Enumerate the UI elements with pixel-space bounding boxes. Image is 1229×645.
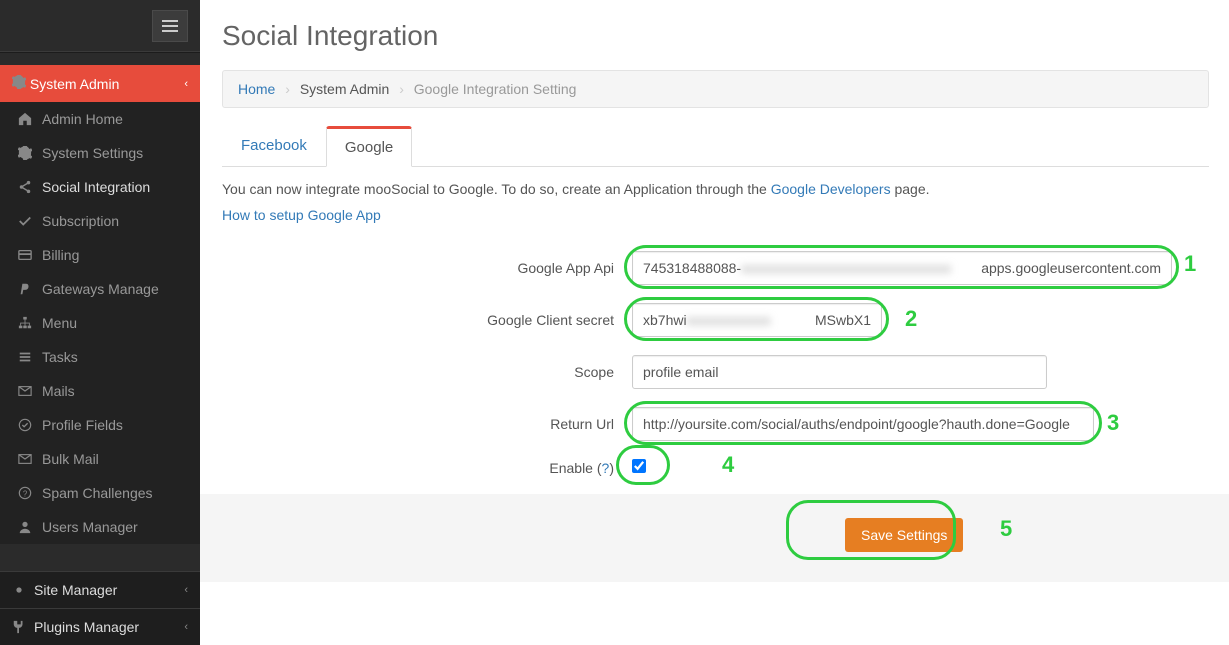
sidebar-item-label: Mails (42, 383, 75, 399)
sidebar-item-label: Billing (42, 247, 79, 263)
sidebar: System Admin ‹ Admin Home System Setting… (0, 0, 200, 645)
sidebar-item-billing[interactable]: Billing (0, 238, 200, 272)
question-icon: ? (18, 486, 32, 500)
label-app-api: Google App Api (222, 260, 632, 276)
chevron-left-icon: ‹ (184, 584, 188, 596)
tabs: Facebook Google (222, 126, 1209, 167)
google-client-secret-input[interactable]: xb7hwixxxxxxxxxxxxMSwbX1 (632, 303, 882, 337)
return-url-input[interactable] (632, 407, 1094, 441)
sidebar-item-label: Users Manager (42, 519, 138, 535)
sidebar-item-mails[interactable]: Mails (0, 374, 200, 408)
sidebar-item-bulk-mail[interactable]: Bulk Mail (0, 442, 200, 476)
annotation-number-3: 3 (1107, 410, 1119, 436)
svg-text:?: ? (23, 490, 28, 499)
sidebar-item-label: Tasks (42, 349, 78, 365)
annotation-number-5: 5 (1000, 516, 1012, 542)
breadcrumb: Home › System Admin › Google Integration… (222, 70, 1209, 108)
sidebar-item-gateways-manage[interactable]: Gateways Manage (0, 272, 200, 306)
sidebar-item-label: Subscription (42, 213, 119, 229)
main-content: Social Integration Home › System Admin ›… (200, 0, 1229, 645)
share-icon (18, 180, 32, 194)
sidebar-item-label: Spam Challenges (42, 485, 153, 501)
sidebar-footer-plugins-manager[interactable]: Plugins Manager ‹ (0, 608, 200, 645)
home-icon (18, 112, 32, 126)
sidebar-item-social-integration[interactable]: Social Integration (0, 170, 200, 204)
sitemap-icon (18, 316, 32, 330)
tab-facebook[interactable]: Facebook (222, 126, 326, 166)
sidebar-item-users-manager[interactable]: Users Manager (0, 510, 200, 544)
card-icon (18, 248, 32, 262)
sidebar-footer-label: Site Manager (34, 582, 117, 598)
hamburger-button[interactable] (152, 10, 188, 42)
scope-input[interactable] (632, 355, 1047, 389)
chevron-left-icon: ‹ (184, 621, 188, 633)
sidebar-item-subscription[interactable]: Subscription (0, 204, 200, 238)
sidebar-item-profile-fields[interactable]: Profile Fields (0, 408, 200, 442)
sidebar-item-admin-home[interactable]: Admin Home (0, 102, 200, 136)
gear-icon (18, 146, 32, 160)
client-secret-prefix: xb7hwi (643, 312, 687, 328)
label-client-secret: Google Client secret (222, 312, 632, 328)
sidebar-item-label: Profile Fields (42, 417, 123, 433)
google-developers-link[interactable]: Google Developers (771, 181, 891, 197)
annotation-number-2: 2 (905, 306, 917, 332)
mail-icon (18, 384, 32, 398)
save-settings-button[interactable]: Save Settings (845, 518, 963, 552)
sidebar-header-system-admin[interactable]: System Admin ‹ (0, 65, 200, 102)
page-title: Social Integration (222, 20, 1209, 52)
sidebar-item-label: System Settings (42, 145, 143, 161)
circle-check-icon (18, 418, 32, 432)
howto-link[interactable]: How to setup Google App (222, 207, 381, 223)
sidebar-nav: Admin Home System Settings Social Integr… (0, 102, 200, 544)
sidebar-item-tasks[interactable]: Tasks (0, 340, 200, 374)
intro-text: You can now integrate mooSocial to Googl… (222, 181, 1209, 197)
app-api-value-prefix: 745318488088- (643, 260, 741, 276)
sidebar-item-label: Menu (42, 315, 77, 331)
sidebar-header-label: System Admin (30, 76, 119, 92)
gear-icon (12, 75, 26, 89)
google-app-api-input[interactable]: 745318488088-xxxxxxxxxxxxxxxxxxxxxxxxxxx… (632, 251, 1172, 285)
label-scope: Scope (222, 364, 632, 380)
sidebar-item-label: Admin Home (42, 111, 123, 127)
app-api-value-suffix: apps.googleusercontent.com (981, 260, 1161, 276)
breadcrumb-section[interactable]: System Admin (300, 81, 389, 97)
sidebar-topbar (0, 0, 200, 52)
annotation-number-1: 1 (1184, 251, 1196, 277)
gear-icon (12, 583, 26, 597)
mail-icon (18, 452, 32, 466)
sidebar-item-label: Social Integration (42, 179, 150, 195)
check-icon (18, 214, 32, 228)
breadcrumb-home[interactable]: Home (238, 81, 275, 97)
intro-prefix: You can now integrate mooSocial to Googl… (222, 181, 771, 197)
settings-form: Google App Api 745318488088-xxxxxxxxxxxx… (222, 251, 1209, 476)
paypal-icon (18, 282, 32, 296)
label-return-url: Return Url (222, 416, 632, 432)
chevron-left-icon: ‹ (184, 78, 188, 90)
client-secret-redacted: xxxxxxxxxxxx (687, 312, 815, 328)
annotation-number-4: 4 (722, 452, 734, 478)
sidebar-footer-label: Plugins Manager (34, 619, 139, 635)
sidebar-footer-site-manager[interactable]: Site Manager ‹ (0, 571, 200, 608)
form-footer: Save Settings 5 (200, 494, 1229, 582)
list-icon (18, 350, 32, 364)
plug-icon (12, 620, 26, 634)
sidebar-item-system-settings[interactable]: System Settings (0, 136, 200, 170)
intro-suffix: page. (891, 181, 930, 197)
sidebar-item-label: Gateways Manage (42, 281, 159, 297)
user-icon (18, 520, 32, 534)
sidebar-item-spam-challenges[interactable]: ? Spam Challenges (0, 476, 200, 510)
label-enable: Enable (?) (222, 460, 632, 476)
tab-google[interactable]: Google (326, 126, 412, 167)
app-api-value-redacted: xxxxxxxxxxxxxxxxxxxxxxxxxxxxxx (741, 260, 981, 276)
enable-checkbox[interactable] (632, 459, 646, 473)
sidebar-item-label: Bulk Mail (42, 451, 99, 467)
client-secret-suffix: MSwbX1 (815, 312, 871, 328)
sidebar-item-menu[interactable]: Menu (0, 306, 200, 340)
breadcrumb-current: Google Integration Setting (414, 81, 577, 97)
